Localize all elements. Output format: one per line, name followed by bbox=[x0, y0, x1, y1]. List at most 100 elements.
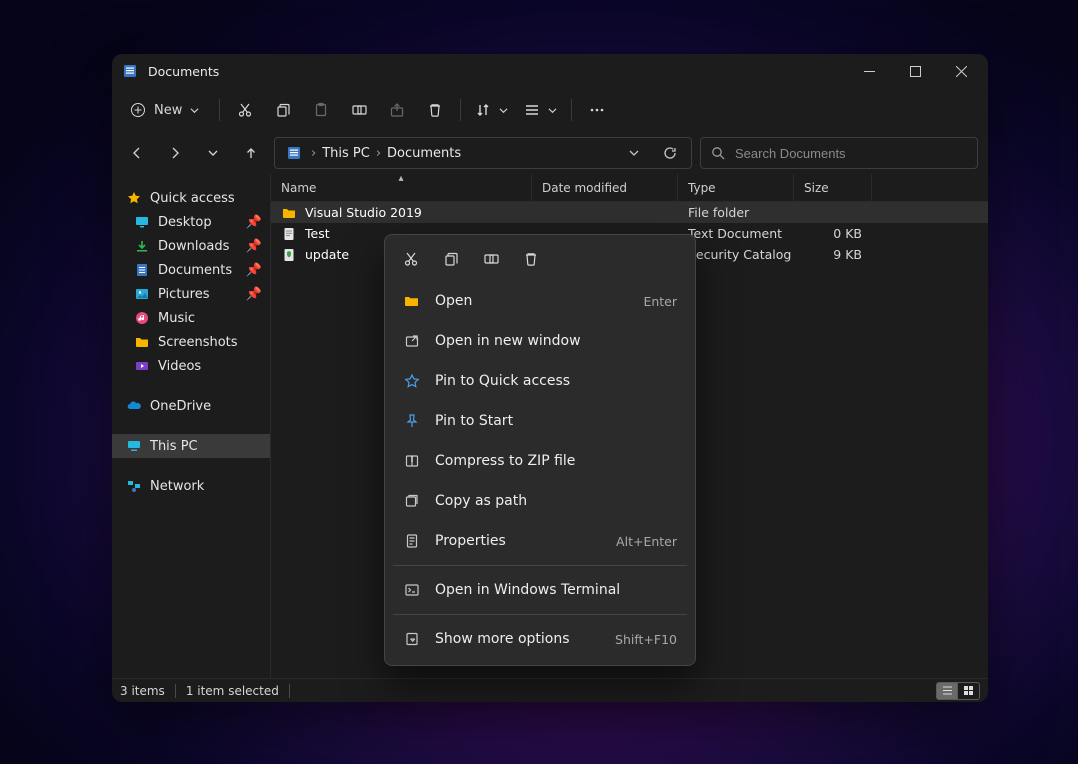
file-name: update bbox=[305, 247, 349, 262]
ctx-copy-path[interactable]: Copy as path bbox=[391, 481, 689, 521]
file-type: File folder bbox=[678, 202, 794, 223]
ctx-copy-button[interactable] bbox=[433, 243, 469, 275]
onedrive-icon bbox=[126, 398, 142, 414]
column-headers: Name▴ Date modified Type Size bbox=[271, 174, 988, 202]
ctx-show-more-options[interactable]: Show more optionsShift+F10 bbox=[391, 619, 689, 659]
ctx-delete-button[interactable] bbox=[513, 243, 549, 275]
ctx-cut-button[interactable] bbox=[393, 243, 429, 275]
delete-button[interactable] bbox=[416, 93, 454, 127]
desktop-icon bbox=[134, 214, 150, 230]
pin-icon: 📌 bbox=[246, 215, 262, 230]
column-name[interactable]: Name▴ bbox=[271, 174, 532, 201]
sort-button[interactable] bbox=[467, 93, 516, 127]
copy-button[interactable] bbox=[264, 93, 302, 127]
more-options-icon bbox=[403, 630, 421, 648]
zip-icon bbox=[403, 452, 421, 470]
sidebar-item-downloads[interactable]: Downloads📌 bbox=[112, 234, 270, 258]
sort-asc-icon: ▴ bbox=[398, 173, 403, 184]
maximize-button[interactable] bbox=[892, 54, 938, 88]
sidebar-item-pictures[interactable]: Pictures📌 bbox=[112, 282, 270, 306]
properties-icon bbox=[403, 532, 421, 550]
rename-button[interactable] bbox=[340, 93, 378, 127]
star-icon bbox=[126, 190, 142, 206]
up-button[interactable] bbox=[236, 138, 266, 168]
pin-icon: 📌 bbox=[246, 263, 262, 278]
column-size[interactable]: Size bbox=[794, 174, 872, 201]
file-size bbox=[794, 202, 872, 223]
sidebar-item-documents[interactable]: Documents📌 bbox=[112, 258, 270, 282]
folder-icon bbox=[134, 334, 150, 350]
refresh-button[interactable] bbox=[655, 138, 685, 168]
accel-label: Shift+F10 bbox=[615, 632, 677, 647]
more-button[interactable] bbox=[578, 93, 616, 127]
new-window-icon bbox=[403, 332, 421, 350]
cut-button[interactable] bbox=[226, 93, 264, 127]
recent-button[interactable] bbox=[198, 138, 228, 168]
file-size: 0 KB bbox=[794, 223, 872, 244]
column-type[interactable]: Type bbox=[678, 174, 794, 201]
ctx-open[interactable]: OpenEnter bbox=[391, 281, 689, 321]
new-label: New bbox=[154, 103, 182, 118]
view-button[interactable] bbox=[516, 93, 565, 127]
ctx-open-new-window[interactable]: Open in new window bbox=[391, 321, 689, 361]
ctx-pin-start[interactable]: Pin to Start bbox=[391, 401, 689, 441]
network-icon bbox=[126, 478, 142, 494]
column-date[interactable]: Date modified bbox=[532, 174, 678, 201]
sidebar-item-screenshots[interactable]: Screenshots bbox=[112, 330, 270, 354]
file-size: 9 KB bbox=[794, 244, 872, 265]
back-button[interactable] bbox=[122, 138, 152, 168]
accel-label: Alt+Enter bbox=[616, 534, 677, 549]
details-view-button[interactable] bbox=[936, 682, 958, 700]
chevron-right-icon: › bbox=[311, 146, 316, 161]
ctx-compress-zip[interactable]: Compress to ZIP file bbox=[391, 441, 689, 481]
videos-icon bbox=[134, 358, 150, 374]
forward-button[interactable] bbox=[160, 138, 190, 168]
ctx-rename-button[interactable] bbox=[473, 243, 509, 275]
file-row[interactable]: Visual Studio 2019 File folder bbox=[271, 202, 988, 223]
new-button[interactable]: New bbox=[120, 93, 213, 127]
titlebar: Documents bbox=[112, 54, 988, 88]
chevron-right-icon: › bbox=[376, 146, 381, 161]
pictures-icon bbox=[134, 286, 150, 302]
crumb-this-pc[interactable]: This PC bbox=[320, 146, 372, 161]
file-date bbox=[532, 202, 678, 223]
selection-count: 1 item selected bbox=[186, 684, 279, 698]
pin-icon: 📌 bbox=[246, 239, 262, 254]
pin-icon bbox=[403, 412, 421, 430]
search-box[interactable] bbox=[700, 137, 978, 169]
pin-icon: 📌 bbox=[246, 287, 262, 302]
sidebar: Quick access Desktop📌 Downloads📌 Documen… bbox=[112, 174, 270, 678]
pc-icon bbox=[126, 438, 142, 454]
ctx-pin-quick-access[interactable]: Pin to Quick access bbox=[391, 361, 689, 401]
search-input[interactable] bbox=[735, 146, 967, 161]
crumb-documents[interactable]: Documents bbox=[385, 146, 463, 161]
sidebar-item-network[interactable]: Network bbox=[112, 474, 270, 498]
thumbnails-view-button[interactable] bbox=[958, 682, 980, 700]
downloads-icon bbox=[134, 238, 150, 254]
sidebar-item-quick-access[interactable]: Quick access bbox=[112, 186, 270, 210]
status-bar: 3 items 1 item selected bbox=[112, 678, 988, 702]
documents-icon bbox=[134, 262, 150, 278]
app-icon bbox=[122, 63, 138, 79]
sidebar-item-music[interactable]: Music bbox=[112, 306, 270, 330]
ctx-open-terminal[interactable]: Open in Windows Terminal bbox=[391, 570, 689, 610]
location-icon bbox=[285, 144, 303, 162]
sidebar-item-this-pc[interactable]: This PC bbox=[112, 434, 270, 458]
accel-label: Enter bbox=[643, 294, 677, 309]
paste-button[interactable] bbox=[302, 93, 340, 127]
window-title: Documents bbox=[148, 64, 219, 79]
share-button[interactable] bbox=[378, 93, 416, 127]
folder-open-icon bbox=[403, 292, 421, 310]
file-name: Visual Studio 2019 bbox=[305, 205, 422, 220]
ctx-properties[interactable]: PropertiesAlt+Enter bbox=[391, 521, 689, 561]
nav-row: › This PC › Documents bbox=[112, 132, 988, 174]
context-menu: OpenEnter Open in new window Pin to Quic… bbox=[384, 234, 696, 666]
sidebar-item-videos[interactable]: Videos bbox=[112, 354, 270, 378]
toolbar: New bbox=[112, 88, 988, 132]
address-bar[interactable]: › This PC › Documents bbox=[274, 137, 692, 169]
close-button[interactable] bbox=[938, 54, 984, 88]
sidebar-item-desktop[interactable]: Desktop📌 bbox=[112, 210, 270, 234]
address-dropdown-button[interactable] bbox=[619, 138, 649, 168]
minimize-button[interactable] bbox=[846, 54, 892, 88]
sidebar-item-onedrive[interactable]: OneDrive bbox=[112, 394, 270, 418]
